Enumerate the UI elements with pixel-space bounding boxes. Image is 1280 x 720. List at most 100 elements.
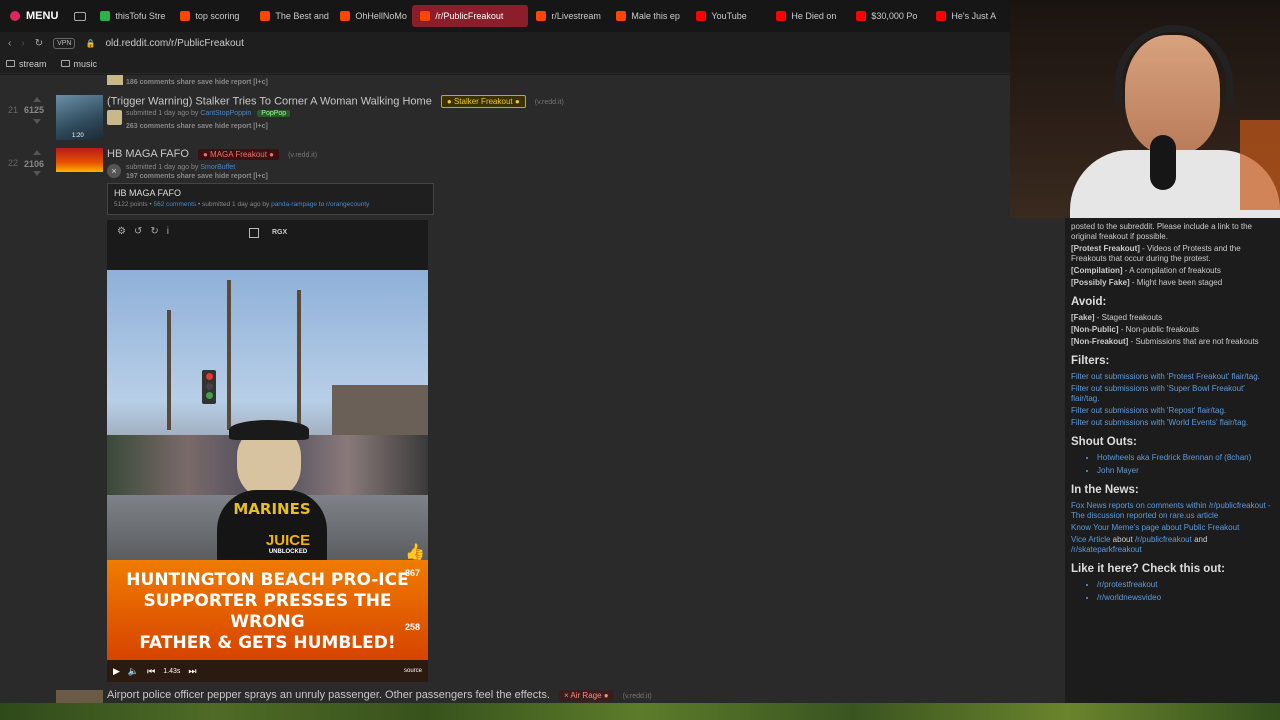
- forward-icon[interactable]: ›: [21, 38, 24, 49]
- post-domain[interactable]: (v.redd.it): [623, 693, 652, 700]
- tab-label: /r/PublicFreakout: [435, 11, 504, 21]
- news-item: Vice Article about /r/publicfreakout and…: [1071, 535, 1208, 554]
- post-author[interactable]: CantStopPoppin: [200, 110, 251, 117]
- preview-title[interactable]: HB MAGA FAFO: [114, 188, 427, 198]
- browser-logo-icon: [10, 11, 20, 21]
- crosspost-preview[interactable]: HB MAGA FAFO 5122 points • 562 comments …: [107, 183, 434, 215]
- play-icon[interactable]: ▶: [113, 666, 120, 677]
- post-title[interactable]: HB MAGA FAFO ● MAGA Freakout ● (v.redd.i…: [107, 148, 317, 160]
- rgx-label[interactable]: RGX: [272, 229, 287, 236]
- reload-icon[interactable]: ↻: [35, 38, 43, 49]
- browser-tab-bar: MENU thisTofu Stre top scoring The Best an…: [0, 0, 1010, 32]
- downvote-icon[interactable]: [33, 171, 41, 176]
- prev-icon[interactable]: ⏮: [147, 666, 155, 677]
- url-field[interactable]: old.reddit.com/r/PublicFreakout: [105, 38, 243, 49]
- browser-tab[interactable]: /r/PublicFreakout: [412, 5, 529, 27]
- post-links[interactable]: 197 comments share save hide report [l+c…: [126, 173, 268, 180]
- sidebar-heading: In the News:: [1071, 484, 1139, 496]
- post-score: 6125: [24, 105, 45, 115]
- post-domain[interactable]: (v.redd.it): [288, 152, 317, 159]
- browser-tab[interactable]: The Best and: [252, 5, 332, 27]
- tab-favicon-icon: [536, 11, 547, 21]
- headphones-icon: [1115, 25, 1233, 105]
- browser-menu-button[interactable]: MENU: [0, 0, 68, 32]
- sidebar-heading: Filters:: [1071, 355, 1110, 367]
- video-caption: HUNTINGTON BEACH PRO-ICE SUPPORTER PRESS…: [107, 560, 428, 660]
- sidebar-link[interactable]: /r/protestfreakout: [1097, 580, 1274, 590]
- filter-link[interactable]: Filter out submissions with 'World Event…: [1071, 418, 1274, 428]
- sidebar-rule: [Non-Freakout] - Submissions that are no…: [1071, 337, 1259, 346]
- tab-favicon-icon: [616, 11, 627, 21]
- like-count: 867: [405, 568, 421, 578]
- browser-tab[interactable]: r/Livestream: [528, 5, 608, 27]
- info-icon[interactable]: i: [167, 226, 169, 237]
- share-label[interactable]: source: [404, 668, 422, 674]
- filter-link[interactable]: Filter out submissions with 'Protest Fre…: [1071, 372, 1274, 382]
- upvote-icon[interactable]: [33, 97, 41, 102]
- sidebar-link[interactable]: Hotwheels aka Fredrick Brennan of (8chan…: [1097, 453, 1274, 463]
- preview-author[interactable]: panda-rampage: [271, 201, 317, 208]
- browser-tab[interactable]: thisTofu Stre: [92, 5, 172, 27]
- filter-link[interactable]: Filter out submissions with 'Super Bowl …: [1071, 384, 1274, 404]
- video-player[interactable]: ⚙ ↺ ↻ i RGX MARINES JUICE UNBLOCKED HUNT…: [107, 220, 428, 682]
- browser-tab[interactable]: top scoring: [172, 5, 252, 27]
- news-link[interactable]: Know Your Meme's page about Public Freak…: [1071, 523, 1274, 533]
- subreddit-link[interactable]: /r/publicfreakout: [1135, 535, 1192, 544]
- preview-comments-link[interactable]: 562 comments: [154, 201, 197, 208]
- settings-icon[interactable]: ⚙: [117, 226, 126, 237]
- popout-icon[interactable]: [249, 228, 259, 238]
- sidebar-rule: [Possibly Fake] - Might have been staged: [1071, 278, 1223, 287]
- news-link[interactable]: Fox News reports on comments within /r/p…: [1071, 501, 1274, 521]
- sidebar-rule: [Non-Public] - Non-public freakouts: [1071, 325, 1200, 334]
- sidebar-heading: Avoid:: [1071, 296, 1107, 308]
- browser-tab[interactable]: OhHellNoMo: [332, 5, 412, 27]
- post-author[interactable]: SmorBuffet: [200, 164, 235, 171]
- sidebar-link[interactable]: /r/worldnewsvideo: [1097, 593, 1274, 603]
- vpn-badge[interactable]: VPN: [53, 37, 76, 49]
- browser-tab[interactable]: He's Just A: [928, 5, 1008, 27]
- browser-tab[interactable]: He Died on: [768, 5, 848, 27]
- post-thumbnail[interactable]: 1:20: [56, 95, 103, 140]
- back-icon[interactable]: ‹: [8, 38, 11, 49]
- filter-link[interactable]: Filter out submissions with 'Repost' fla…: [1071, 406, 1274, 416]
- bookmark-stream[interactable]: stream: [6, 59, 47, 69]
- browser-tab[interactable]: Male this ep: [608, 5, 688, 27]
- palm-tree: [297, 290, 301, 430]
- sidebar-rule: [Protest Freakout] - Videos of Protests …: [1071, 244, 1241, 263]
- post-rank: 22: [8, 158, 19, 168]
- post-title[interactable]: (Trigger Warning) Stalker Tries To Corne…: [107, 95, 564, 108]
- preview-subreddit[interactable]: r/orangecounty: [326, 201, 369, 208]
- post-meta: submitted 1 day ago by CantStopPoppin Po…: [126, 110, 291, 117]
- expand-button[interactable]: [107, 110, 122, 125]
- tab-label: thisTofu Stre: [115, 11, 166, 21]
- rotate-left-icon[interactable]: ↺: [134, 226, 142, 237]
- tab-switcher-icon[interactable]: [74, 11, 87, 21]
- bookmark-music[interactable]: music: [60, 59, 97, 69]
- downvote-icon[interactable]: [33, 119, 41, 124]
- sidebar-heading: Like it here? Check this out:: [1071, 563, 1225, 575]
- tab-label: YouTube: [711, 11, 747, 21]
- post-thumbnail[interactable]: [107, 75, 123, 85]
- address-bar: ‹ › ↻ VPN 🔒 old.reddit.com/r/PublicFreak…: [0, 32, 1010, 54]
- vice-article-link[interactable]: Vice Article: [1071, 535, 1110, 544]
- menu-label: MENU: [26, 10, 59, 22]
- tab-label: The Best and: [275, 11, 329, 21]
- subreddit-link[interactable]: /r/skateparkfreakout: [1071, 545, 1142, 554]
- like-icon[interactable]: 👍: [405, 542, 425, 562]
- close-icon[interactable]: ×: [107, 164, 121, 178]
- rotate-right-icon[interactable]: ↻: [150, 226, 158, 237]
- browser-tab[interactable]: $30,000 Po: [848, 5, 928, 27]
- upvote-icon[interactable]: [33, 150, 41, 155]
- post-links[interactable]: 186 comments share save hide report [l+c…: [126, 79, 268, 86]
- post-links[interactable]: 263 comments share save hide report [l+c…: [126, 123, 268, 130]
- browser-tab[interactable]: YouTube: [688, 5, 768, 27]
- post-domain[interactable]: (v.redd.it): [535, 99, 564, 106]
- volume-icon[interactable]: 🔈: [128, 666, 139, 677]
- post-title[interactable]: Airport police officer pepper sprays an …: [107, 689, 652, 701]
- tab-favicon-icon: [696, 11, 707, 21]
- sidebar-link[interactable]: John Mayer: [1097, 466, 1274, 476]
- tab-favicon-icon: [100, 11, 111, 21]
- next-icon[interactable]: ⏭: [188, 666, 196, 677]
- post-thumbnail[interactable]: [56, 148, 103, 172]
- post-flair: × Air Rage ●: [558, 689, 614, 701]
